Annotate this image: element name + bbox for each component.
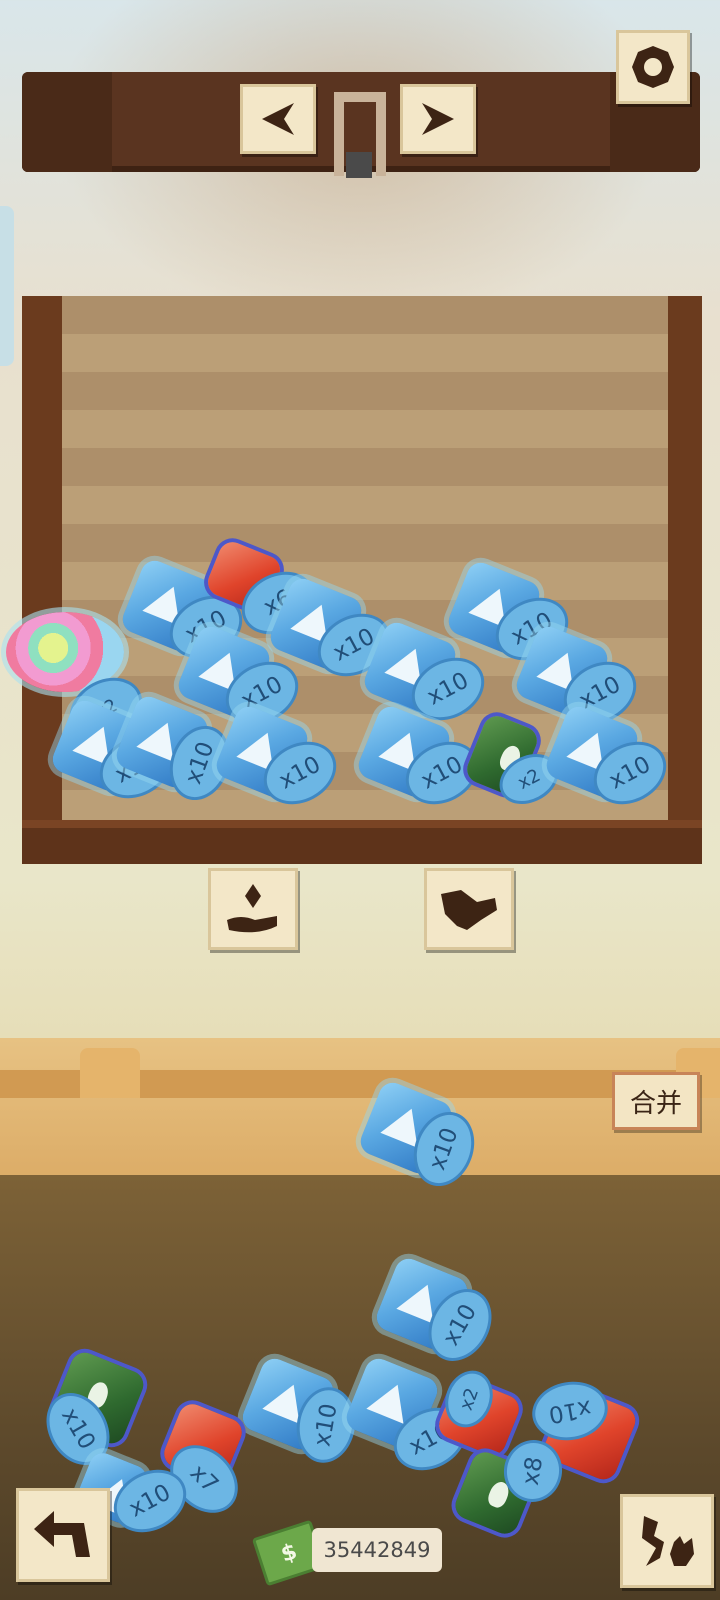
undo-button[interactable]	[16, 1488, 110, 1582]
trade-button[interactable]	[424, 868, 514, 950]
crate-post	[80, 1048, 140, 1098]
arrow-right-icon	[422, 103, 454, 135]
next-button[interactable]	[400, 84, 476, 154]
animal-icon	[642, 1516, 694, 1566]
undo-arrow-icon	[34, 1511, 90, 1557]
handshake-icon	[441, 890, 497, 930]
arrow-left-icon	[262, 103, 294, 135]
case-slot-handle	[346, 152, 372, 178]
animal-button[interactable]	[620, 1494, 714, 1588]
prev-button[interactable]	[240, 84, 316, 154]
settings-button[interactable]	[616, 30, 690, 104]
money-counter: 35442849	[312, 1528, 442, 1572]
give-button[interactable]	[208, 868, 298, 950]
display-case-floor	[22, 820, 702, 864]
gear-icon	[632, 46, 674, 88]
side-tab[interactable]	[0, 206, 14, 366]
hand-give-icon	[227, 884, 277, 933]
merge-button[interactable]: 合并	[612, 1072, 700, 1130]
